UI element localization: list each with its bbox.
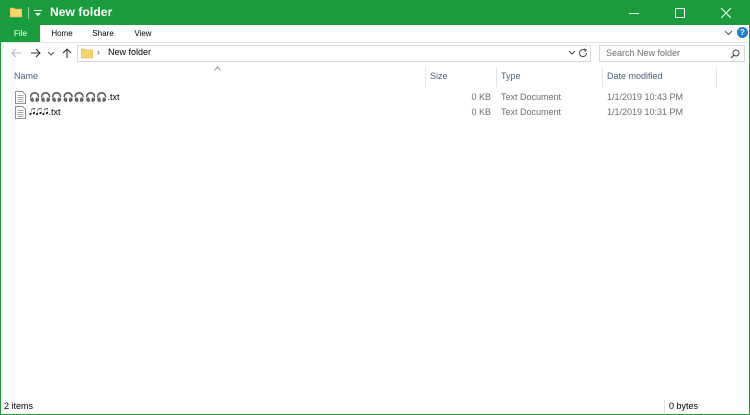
column-divider[interactable]: [425, 67, 426, 87]
column-divider[interactable]: [602, 67, 603, 87]
status-divider: [664, 400, 665, 413]
column-size[interactable]: Size: [430, 71, 448, 81]
window-title: New folder: [50, 5, 113, 19]
file-name[interactable]: 🎜🎜🎜.txt: [29, 107, 61, 118]
close-icon: [721, 8, 731, 18]
file-row[interactable]: 🎜🎜🎜.txt 0 KB Text Document 1/1/2019 10:3…: [1, 106, 749, 121]
tab-home[interactable]: Home: [46, 25, 78, 42]
tab-share[interactable]: Share: [87, 25, 119, 42]
search-icon[interactable]: [730, 49, 740, 59]
file-type: Text Document: [501, 92, 562, 102]
column-date-modified[interactable]: Date modified: [607, 71, 663, 81]
sort-ascending-icon: [214, 66, 221, 71]
folder-icon: [10, 7, 22, 18]
ribbon-expand-chevron-icon[interactable]: [724, 29, 733, 37]
maximize-button[interactable]: [657, 1, 703, 25]
breadcrumb-separator[interactable]: ›: [97, 47, 100, 57]
column-header-row: Name Size Type Date modified: [1, 65, 749, 87]
explorer-window: New folder File Home Share View ? › New …: [0, 0, 750, 415]
maximize-icon: [675, 8, 685, 18]
recent-locations-chevron-icon[interactable]: [47, 47, 55, 59]
file-row[interactable]: 🎧🎧🎧🎧🎧🎧🎧.txt 0 KB Text Document 1/1/2019 …: [1, 91, 749, 106]
quick-access-dropdown-icon[interactable]: [33, 7, 43, 19]
column-name[interactable]: Name: [14, 71, 38, 81]
ribbon-tabs: File Home Share View ?: [1, 25, 749, 43]
address-bar[interactable]: › New folder: [77, 45, 591, 62]
address-dropdown-icon[interactable]: [568, 50, 576, 56]
tab-file[interactable]: File: [1, 25, 40, 42]
file-size: 0 KB: [471, 107, 491, 117]
file-date-modified: 1/1/2019 10:43 PM: [607, 92, 684, 102]
text-document-icon: [15, 91, 26, 104]
column-divider[interactable]: [496, 67, 497, 87]
breadcrumb-current[interactable]: New folder: [108, 47, 151, 57]
file-size: 0 KB: [471, 92, 491, 102]
close-button[interactable]: [703, 1, 749, 25]
text-document-icon: [15, 106, 26, 119]
search-box[interactable]: Search New folder: [599, 45, 745, 62]
file-date-modified: 1/1/2019 10:31 PM: [607, 107, 684, 117]
item-count: 2 items: [4, 401, 34, 411]
file-name[interactable]: 🎧🎧🎧🎧🎧🎧🎧.txt: [29, 92, 119, 103]
column-type[interactable]: Type: [501, 71, 521, 81]
back-arrow-icon[interactable]: [10, 47, 22, 59]
up-arrow-icon[interactable]: [61, 47, 73, 59]
tab-view[interactable]: View: [127, 25, 159, 42]
minimize-button[interactable]: [611, 1, 657, 25]
forward-arrow-icon[interactable]: [30, 47, 42, 59]
titlebar-separator: [28, 7, 29, 19]
title-bar[interactable]: New folder: [1, 1, 749, 25]
column-divider[interactable]: [716, 67, 717, 87]
selection-size: 0 bytes: [669, 401, 699, 411]
refresh-icon[interactable]: [578, 48, 588, 58]
status-bar: 2 items 0 bytes: [1, 399, 749, 414]
search-input[interactable]: Search New folder: [606, 48, 680, 58]
file-type: Text Document: [501, 107, 562, 117]
minimize-icon: [629, 13, 639, 14]
help-button[interactable]: ?: [737, 27, 748, 38]
address-folder-icon: [81, 48, 93, 59]
navigation-bar: › New folder Search New folder: [1, 43, 749, 65]
